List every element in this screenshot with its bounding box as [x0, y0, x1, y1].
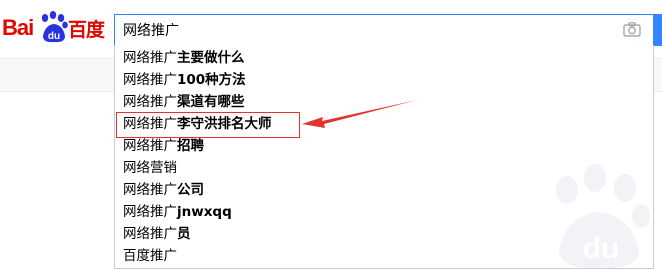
suggestion-prefix: 网络推广: [123, 204, 177, 220]
baidu-paw-icon: du: [41, 11, 68, 43]
suggestion-prefix: 网络推广: [123, 226, 177, 242]
logo-text-bai: Bai: [2, 15, 34, 40]
suggestion-prefix: 网络推广: [123, 182, 177, 198]
search-button[interactable]: [654, 14, 662, 46]
suggestion-item[interactable]: 网络推广100种方法: [123, 69, 246, 91]
logo-text-cn: 百度: [68, 19, 105, 41]
suggestion-rest: 员: [177, 226, 191, 242]
suggestion-item[interactable]: 网络推广公司: [123, 179, 204, 201]
suggestion-item[interactable]: 网络推广jnwxqq: [123, 201, 232, 223]
suggestion-item[interactable]: 网络推广渠道有哪些: [123, 91, 245, 113]
suggestion-rest: 主要做什么: [177, 50, 245, 66]
suggestion-prefix: 百度推广: [123, 248, 177, 264]
suggestion-prefix: 网络推广: [123, 50, 177, 66]
suggestion-item[interactable]: 网络推广员: [123, 223, 191, 245]
suggestion-rest: 招聘: [177, 138, 204, 154]
suggestion-prefix: 网络推广: [123, 94, 177, 110]
suggestion-prefix: 网络推广: [123, 72, 177, 88]
search-input[interactable]: [123, 20, 603, 40]
suggestion-rest: 100种方法: [177, 72, 246, 88]
paw-watermark-icon: du: [556, 164, 650, 269]
logo-text-du: du: [48, 31, 60, 42]
watermark-text: du: [583, 232, 620, 265]
baidu-logo[interactable]: Bai du 百度: [2, 6, 106, 48]
suggestion-item[interactable]: 网络营销: [123, 157, 177, 179]
suggestion-item[interactable]: 网络推广招聘: [123, 135, 204, 157]
suggestion-rest: 渠道有哪些: [177, 94, 245, 110]
suggestion-item[interactable]: 网络推广主要做什么: [123, 47, 245, 69]
suggestion-rest: 公司: [177, 182, 204, 198]
annotation-arrow-icon: [302, 100, 417, 128]
annotation-highlight-box: [116, 112, 300, 138]
camera-icon[interactable]: [623, 22, 641, 37]
suggestion-prefix: 网络推广: [123, 138, 177, 154]
suggestion-rest: jnwxqq: [177, 204, 232, 220]
suggestion-prefix: 网络营销: [123, 160, 177, 176]
search-box[interactable]: [114, 14, 654, 46]
suggestion-item[interactable]: 百度推广: [123, 245, 177, 267]
